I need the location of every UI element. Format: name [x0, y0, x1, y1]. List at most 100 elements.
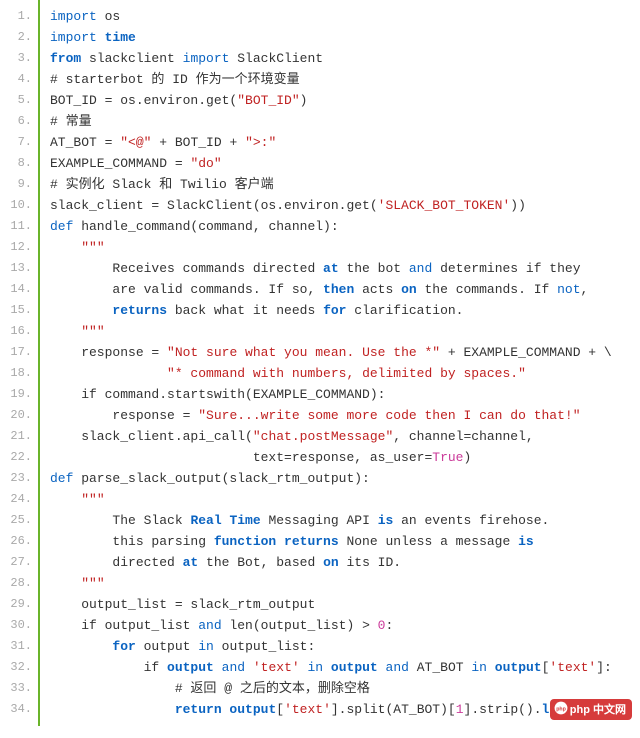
code-line: are valid commands. If so, then acts on …	[50, 279, 640, 300]
code-line: output_list = slack_rtm_output	[50, 594, 640, 615]
token-kwb: is	[518, 534, 534, 549]
code-line: for output in output_list:	[50, 636, 640, 657]
token-kwb: time	[105, 30, 136, 45]
token-pln	[50, 639, 112, 654]
code-line: if command.startswith(EXAMPLE_COMMAND):	[50, 384, 640, 405]
code-line: import time	[50, 27, 640, 48]
token-kwb: for	[323, 303, 346, 318]
code-line: text=response, as_user=True)	[50, 447, 640, 468]
token-pln: ].strip().	[464, 702, 542, 717]
line-number: 33.	[0, 678, 38, 699]
token-pln: ]:	[596, 660, 612, 675]
token-pln	[50, 702, 175, 717]
token-pln: SlackClient	[229, 51, 323, 66]
token-str: """	[81, 576, 104, 591]
token-kw: and	[409, 261, 432, 276]
token-pln: back what it needs	[167, 303, 323, 318]
token-pln: [	[276, 702, 284, 717]
token-kwb: then	[323, 282, 354, 297]
token-pln: + EXAMPLE_COMMAND + \	[440, 345, 612, 360]
code-line: BOT_ID = os.environ.get("BOT_ID")	[50, 90, 640, 111]
line-number: 10.	[0, 195, 38, 216]
token-pln: if output_list	[50, 618, 198, 633]
token-pln	[50, 366, 167, 381]
line-number: 27.	[0, 552, 38, 573]
token-pln: )	[463, 450, 471, 465]
token-str: 'text'	[549, 660, 596, 675]
token-pln	[50, 492, 81, 507]
token-pln: slack_client.api_call(	[50, 429, 253, 444]
line-number: 21.	[0, 426, 38, 447]
line-number: 22.	[0, 447, 38, 468]
token-pln: if command.startswith(EXAMPLE_COMMAND):	[50, 387, 385, 402]
token-pln: Receives commands directed	[50, 261, 323, 276]
gutter: 1.2.3.4.5.6.7.8.9.10.11.12.13.14.15.16.1…	[0, 0, 40, 726]
code-line: # 常量	[50, 111, 640, 132]
code-line: def handle_command(command, channel):	[50, 216, 640, 237]
php-icon: php	[554, 701, 568, 715]
token-pln: slack_client = SlackClient(os.environ.ge…	[50, 198, 378, 213]
line-number: 6.	[0, 111, 38, 132]
token-str: """	[81, 324, 104, 339]
token-pln: handle_command(command, channel):	[73, 219, 338, 234]
code-line: """	[50, 573, 640, 594]
line-number: 13.	[0, 258, 38, 279]
line-number: 29.	[0, 594, 38, 615]
token-pln: + BOT_ID +	[151, 135, 245, 150]
token-kwb: output	[167, 660, 214, 675]
token-kwb: output	[495, 660, 542, 675]
code-line: """	[50, 489, 640, 510]
token-kwb: at	[323, 261, 339, 276]
code-line: if output_list and len(output_list) > 0:	[50, 615, 640, 636]
code-line: import os	[50, 6, 640, 27]
token-pln: if	[50, 660, 167, 675]
line-number: 19.	[0, 384, 38, 405]
token-str: "chat.postMessage"	[253, 429, 393, 444]
token-pln: acts	[354, 282, 401, 297]
token-kwb: is	[378, 513, 394, 528]
token-str: "BOT_ID"	[237, 93, 299, 108]
token-kw: def	[50, 219, 73, 234]
token-pln: directed	[50, 555, 183, 570]
code-line: slack_client.api_call("chat.postMessage"…	[50, 426, 640, 447]
line-number: 11.	[0, 216, 38, 237]
token-pln	[50, 303, 112, 318]
line-number: 17.	[0, 342, 38, 363]
line-number: 5.	[0, 90, 38, 111]
token-pln: its ID.	[339, 555, 401, 570]
token-pln	[50, 240, 81, 255]
code-area: import osimport timefrom slackclient imp…	[40, 0, 640, 726]
token-lit: True	[432, 450, 463, 465]
token-str: 'text'	[253, 660, 300, 675]
token-pln: len(output_list) >	[222, 618, 378, 633]
watermark-text: php 中文网	[570, 704, 626, 716]
token-pln: # 常量	[50, 114, 92, 129]
token-pln: , channel=channel,	[393, 429, 533, 444]
token-str: "do"	[190, 156, 221, 171]
token-kwb: from	[50, 51, 81, 66]
token-pln: )	[300, 93, 308, 108]
token-kwb: function returns	[214, 534, 339, 549]
token-kw: in	[308, 660, 324, 675]
line-number: 7.	[0, 132, 38, 153]
code-line: from slackclient import SlackClient	[50, 48, 640, 69]
code-line: returns back what it needs for clarifica…	[50, 300, 640, 321]
token-kwb: on	[401, 282, 417, 297]
token-pln: clarification.	[346, 303, 463, 318]
code-line: "* command with numbers, delimited by sp…	[50, 363, 640, 384]
token-pln	[214, 660, 222, 675]
line-number: 24.	[0, 489, 38, 510]
token-pln: the bot	[339, 261, 409, 276]
token-lit: 1	[456, 702, 464, 717]
token-kw: in	[198, 639, 214, 654]
token-pln: response =	[50, 408, 198, 423]
line-number: 26.	[0, 531, 38, 552]
token-pln	[378, 660, 386, 675]
token-kwb: return output	[175, 702, 276, 717]
token-pln: are valid commands. If so,	[50, 282, 323, 297]
token-pln: response =	[50, 345, 167, 360]
code-line: if output and 'text' in output and AT_BO…	[50, 657, 640, 678]
token-kw: def	[50, 471, 73, 486]
code-line: """	[50, 237, 640, 258]
code-line: response = "Not sure what you mean. Use …	[50, 342, 640, 363]
